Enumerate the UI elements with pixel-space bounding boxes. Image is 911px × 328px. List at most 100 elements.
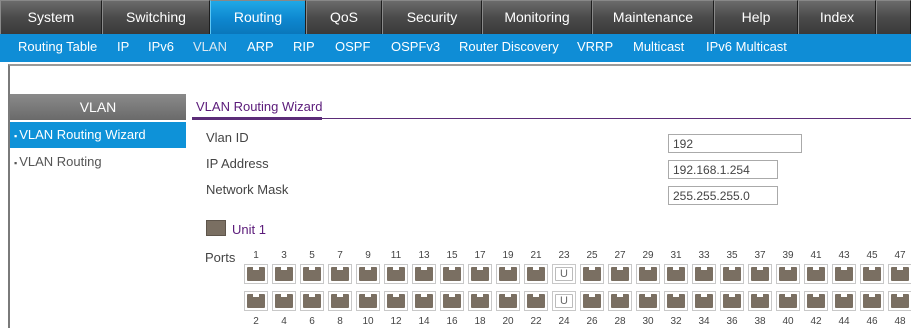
port-5[interactable]	[300, 264, 324, 284]
port-8[interactable]	[328, 291, 352, 311]
port-40[interactable]	[776, 291, 800, 311]
port-notch	[253, 294, 259, 297]
port-18[interactable]	[468, 291, 492, 311]
subnav-router-discovery[interactable]: Router Discovery	[459, 39, 559, 54]
tab-index[interactable]: Index	[798, 0, 876, 34]
port-23[interactable]: U	[552, 264, 576, 284]
port-43[interactable]	[832, 264, 856, 284]
port-notch	[813, 294, 819, 297]
port-9[interactable]	[356, 264, 380, 284]
port-10[interactable]	[356, 291, 380, 311]
subnav-ipv6-multicast[interactable]: IPv6 Multicast	[706, 39, 787, 54]
port-42[interactable]	[804, 291, 828, 311]
tab-switching[interactable]: Switching	[102, 0, 210, 34]
port-2[interactable]	[244, 291, 268, 311]
ethernet-port-icon	[863, 267, 881, 281]
ethernet-port-icon	[471, 294, 489, 308]
tab-system[interactable]: System	[0, 0, 102, 34]
port-number-label: 31	[670, 250, 682, 261]
port-3[interactable]	[272, 264, 296, 284]
port-47[interactable]	[888, 264, 911, 284]
port-number-label: 7	[337, 250, 343, 261]
port-notch	[421, 294, 427, 297]
port-notch	[449, 267, 455, 270]
port-46[interactable]	[860, 291, 884, 311]
port-39[interactable]	[776, 264, 800, 284]
subnav-arp[interactable]: ARP	[247, 39, 274, 54]
sidebar-item-vlan-routing[interactable]: ▪ VLAN Routing	[10, 150, 186, 174]
subnav-ospfv3[interactable]: OSPFv3	[391, 39, 440, 54]
vlan-id-input[interactable]	[668, 134, 802, 153]
unit-label: Unit 1	[232, 222, 266, 237]
port-33[interactable]	[692, 264, 716, 284]
port-35[interactable]	[720, 264, 744, 284]
network-mask-label: Network Mask	[206, 182, 289, 197]
tab-help[interactable]: Help	[714, 0, 798, 34]
port-38[interactable]	[748, 291, 772, 311]
port-30[interactable]	[636, 291, 660, 311]
ethernet-port-icon	[443, 267, 461, 281]
port-17[interactable]	[468, 264, 492, 284]
port-48[interactable]	[888, 291, 911, 311]
port-notch	[533, 294, 539, 297]
port-13[interactable]	[412, 264, 436, 284]
port-15[interactable]	[440, 264, 464, 284]
ethernet-port-icon	[807, 294, 825, 308]
port-number-label: 1	[253, 250, 259, 261]
port-20[interactable]	[496, 291, 520, 311]
sidebar-item-vlan-routing-wizard[interactable]: ▪ VLAN Routing Wizard	[10, 122, 186, 148]
port-7[interactable]	[328, 264, 352, 284]
subnav-routing-table[interactable]: Routing Table	[18, 39, 97, 54]
sidebar-item-label: VLAN Routing	[19, 154, 102, 169]
subnav-ip[interactable]: IP	[117, 39, 129, 54]
port-34[interactable]	[692, 291, 716, 311]
subnav-multicast[interactable]: Multicast	[633, 39, 684, 54]
port-24[interactable]: U	[552, 291, 576, 311]
network-mask-input[interactable]	[668, 186, 778, 205]
port-29[interactable]	[636, 264, 660, 284]
subnav-ipv6[interactable]: IPv6	[148, 39, 174, 54]
ethernet-port-icon	[331, 294, 349, 308]
port-27[interactable]	[608, 264, 632, 284]
port-4[interactable]	[272, 291, 296, 311]
tab-routing[interactable]: Routing	[210, 0, 306, 34]
port-28[interactable]	[608, 291, 632, 311]
port-41[interactable]	[804, 264, 828, 284]
title-divider-accent	[192, 117, 322, 120]
port-12[interactable]	[384, 291, 408, 311]
tab-maintenance[interactable]: Maintenance	[592, 0, 714, 34]
ip-address-input[interactable]	[668, 160, 778, 179]
port-45[interactable]	[860, 264, 884, 284]
port-6[interactable]	[300, 291, 324, 311]
port-36[interactable]	[720, 291, 744, 311]
ethernet-port-icon	[499, 267, 517, 281]
tab-qos[interactable]: QoS	[306, 0, 382, 34]
subnav-vlan[interactable]: VLAN	[193, 39, 227, 54]
port-notch	[617, 294, 623, 297]
port-14[interactable]	[412, 291, 436, 311]
tab-security[interactable]: Security	[382, 0, 482, 34]
port-19[interactable]	[496, 264, 520, 284]
port-number-label: 14	[418, 316, 430, 327]
port-26[interactable]	[580, 291, 604, 311]
port-notch	[281, 294, 287, 297]
port-32[interactable]	[664, 291, 688, 311]
ethernet-port-icon	[779, 294, 797, 308]
port-number-label: 33	[698, 250, 710, 261]
subnav-vrrp[interactable]: VRRP	[577, 39, 613, 54]
ethernet-port-icon	[723, 267, 741, 281]
subnav-rip[interactable]: RIP	[293, 39, 315, 54]
port-16[interactable]	[440, 291, 464, 311]
port-11[interactable]	[384, 264, 408, 284]
port-31[interactable]	[664, 264, 688, 284]
port-22[interactable]	[524, 291, 548, 311]
port-1[interactable]	[244, 264, 268, 284]
subnav-ospf[interactable]: OSPF	[335, 39, 370, 54]
untagged-marker: U	[560, 295, 568, 307]
port-21[interactable]	[524, 264, 548, 284]
tab-monitoring[interactable]: Monitoring	[482, 0, 592, 34]
port-44[interactable]	[832, 291, 856, 311]
port-37[interactable]	[748, 264, 772, 284]
port-25[interactable]	[580, 264, 604, 284]
port-notch	[729, 294, 735, 297]
